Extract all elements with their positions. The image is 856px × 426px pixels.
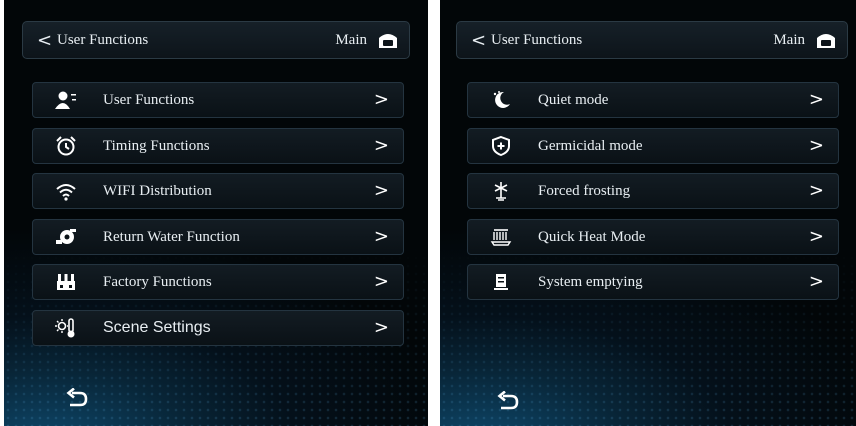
menu-list: Quiet mode > Germicidal mode > Forced fr…: [467, 82, 839, 310]
factory-icon: [55, 271, 77, 293]
tank-icon: [490, 271, 512, 293]
menu-item-label: Germicidal mode: [538, 137, 643, 154]
menu-list: User Functions > Timing Functions > WIFI…: [32, 82, 404, 355]
menu-item-label: Factory Functions: [103, 274, 212, 290]
menu-item-germicidal-mode[interactable]: Germicidal mode >: [467, 127, 839, 164]
alarm-clock-icon: [55, 135, 77, 157]
shield-plus-icon: [490, 135, 512, 157]
menu-item-scene-settings[interactable]: Scene Settings >: [32, 309, 404, 346]
menu-item-quick-heat-mode[interactable]: Quick Heat Mode >: [467, 218, 839, 255]
menu-item-quiet-mode[interactable]: Quiet mode >: [467, 82, 839, 118]
chevron-right-icon: >: [373, 89, 389, 110]
header-title: User Functions: [491, 32, 583, 48]
undo-icon[interactable]: [66, 388, 88, 408]
menu-item-label: System emptying: [538, 274, 643, 290]
chevron-right-icon: >: [808, 225, 824, 247]
main-label[interactable]: Main: [335, 32, 367, 49]
wifi-icon: [55, 180, 77, 202]
thermometer-sun-icon: [55, 317, 77, 339]
menu-item-factory-functions[interactable]: Factory Functions >: [32, 264, 404, 300]
chevron-right-icon: >: [808, 271, 824, 292]
menu-item-label: Scene Settings: [103, 318, 211, 336]
main-label[interactable]: Main: [773, 32, 805, 49]
user-settings-icon: [55, 89, 77, 111]
moon-icon: [490, 89, 512, 111]
left-screen: < User Functions Main User Functions > T…: [4, 0, 428, 426]
chevron-right-icon: >: [373, 134, 389, 156]
header-bar: < User Functions Main: [456, 21, 848, 59]
menu-item-forced-frosting[interactable]: Forced frosting >: [467, 173, 839, 209]
menu-item-system-emptying[interactable]: System emptying >: [467, 264, 839, 300]
chevron-right-icon: >: [373, 271, 389, 292]
menu-item-label: Return Water Function: [103, 228, 240, 245]
header-bar: < User Functions Main: [22, 21, 410, 59]
chevron-right-icon: >: [808, 89, 824, 110]
right-screen: < User Functions Main Quiet mode > Germi…: [440, 0, 856, 426]
snowflake-icon: [490, 180, 512, 202]
undo-icon[interactable]: [497, 391, 519, 411]
home-icon[interactable]: [815, 29, 837, 51]
menu-item-timing-functions[interactable]: Timing Functions >: [32, 127, 404, 164]
home-icon[interactable]: [377, 29, 399, 51]
menu-item-user-functions[interactable]: User Functions >: [32, 82, 404, 118]
header-title: User Functions: [57, 32, 149, 48]
chevron-right-icon: >: [808, 134, 824, 156]
chevron-right-icon: >: [373, 180, 389, 201]
heating-icon: [490, 226, 512, 248]
back-button[interactable]: <: [471, 30, 486, 51]
menu-item-return-water-function[interactable]: Return Water Function >: [32, 218, 404, 255]
chevron-right-icon: >: [373, 316, 389, 338]
chevron-right-icon: >: [373, 225, 389, 247]
menu-item-label: Timing Functions: [103, 137, 210, 154]
menu-item-label: Quick Heat Mode: [538, 228, 646, 245]
menu-item-label: User Functions: [103, 92, 195, 108]
chevron-right-icon: >: [808, 180, 824, 201]
menu-item-label: WIFI Distribution: [103, 183, 212, 199]
menu-item-label: Forced frosting: [538, 183, 631, 199]
menu-item-label: Quiet mode: [538, 92, 609, 108]
pump-icon: [55, 226, 77, 248]
back-button[interactable]: <: [37, 30, 52, 51]
menu-item-wifi-distribution[interactable]: WIFI Distribution >: [32, 173, 404, 209]
